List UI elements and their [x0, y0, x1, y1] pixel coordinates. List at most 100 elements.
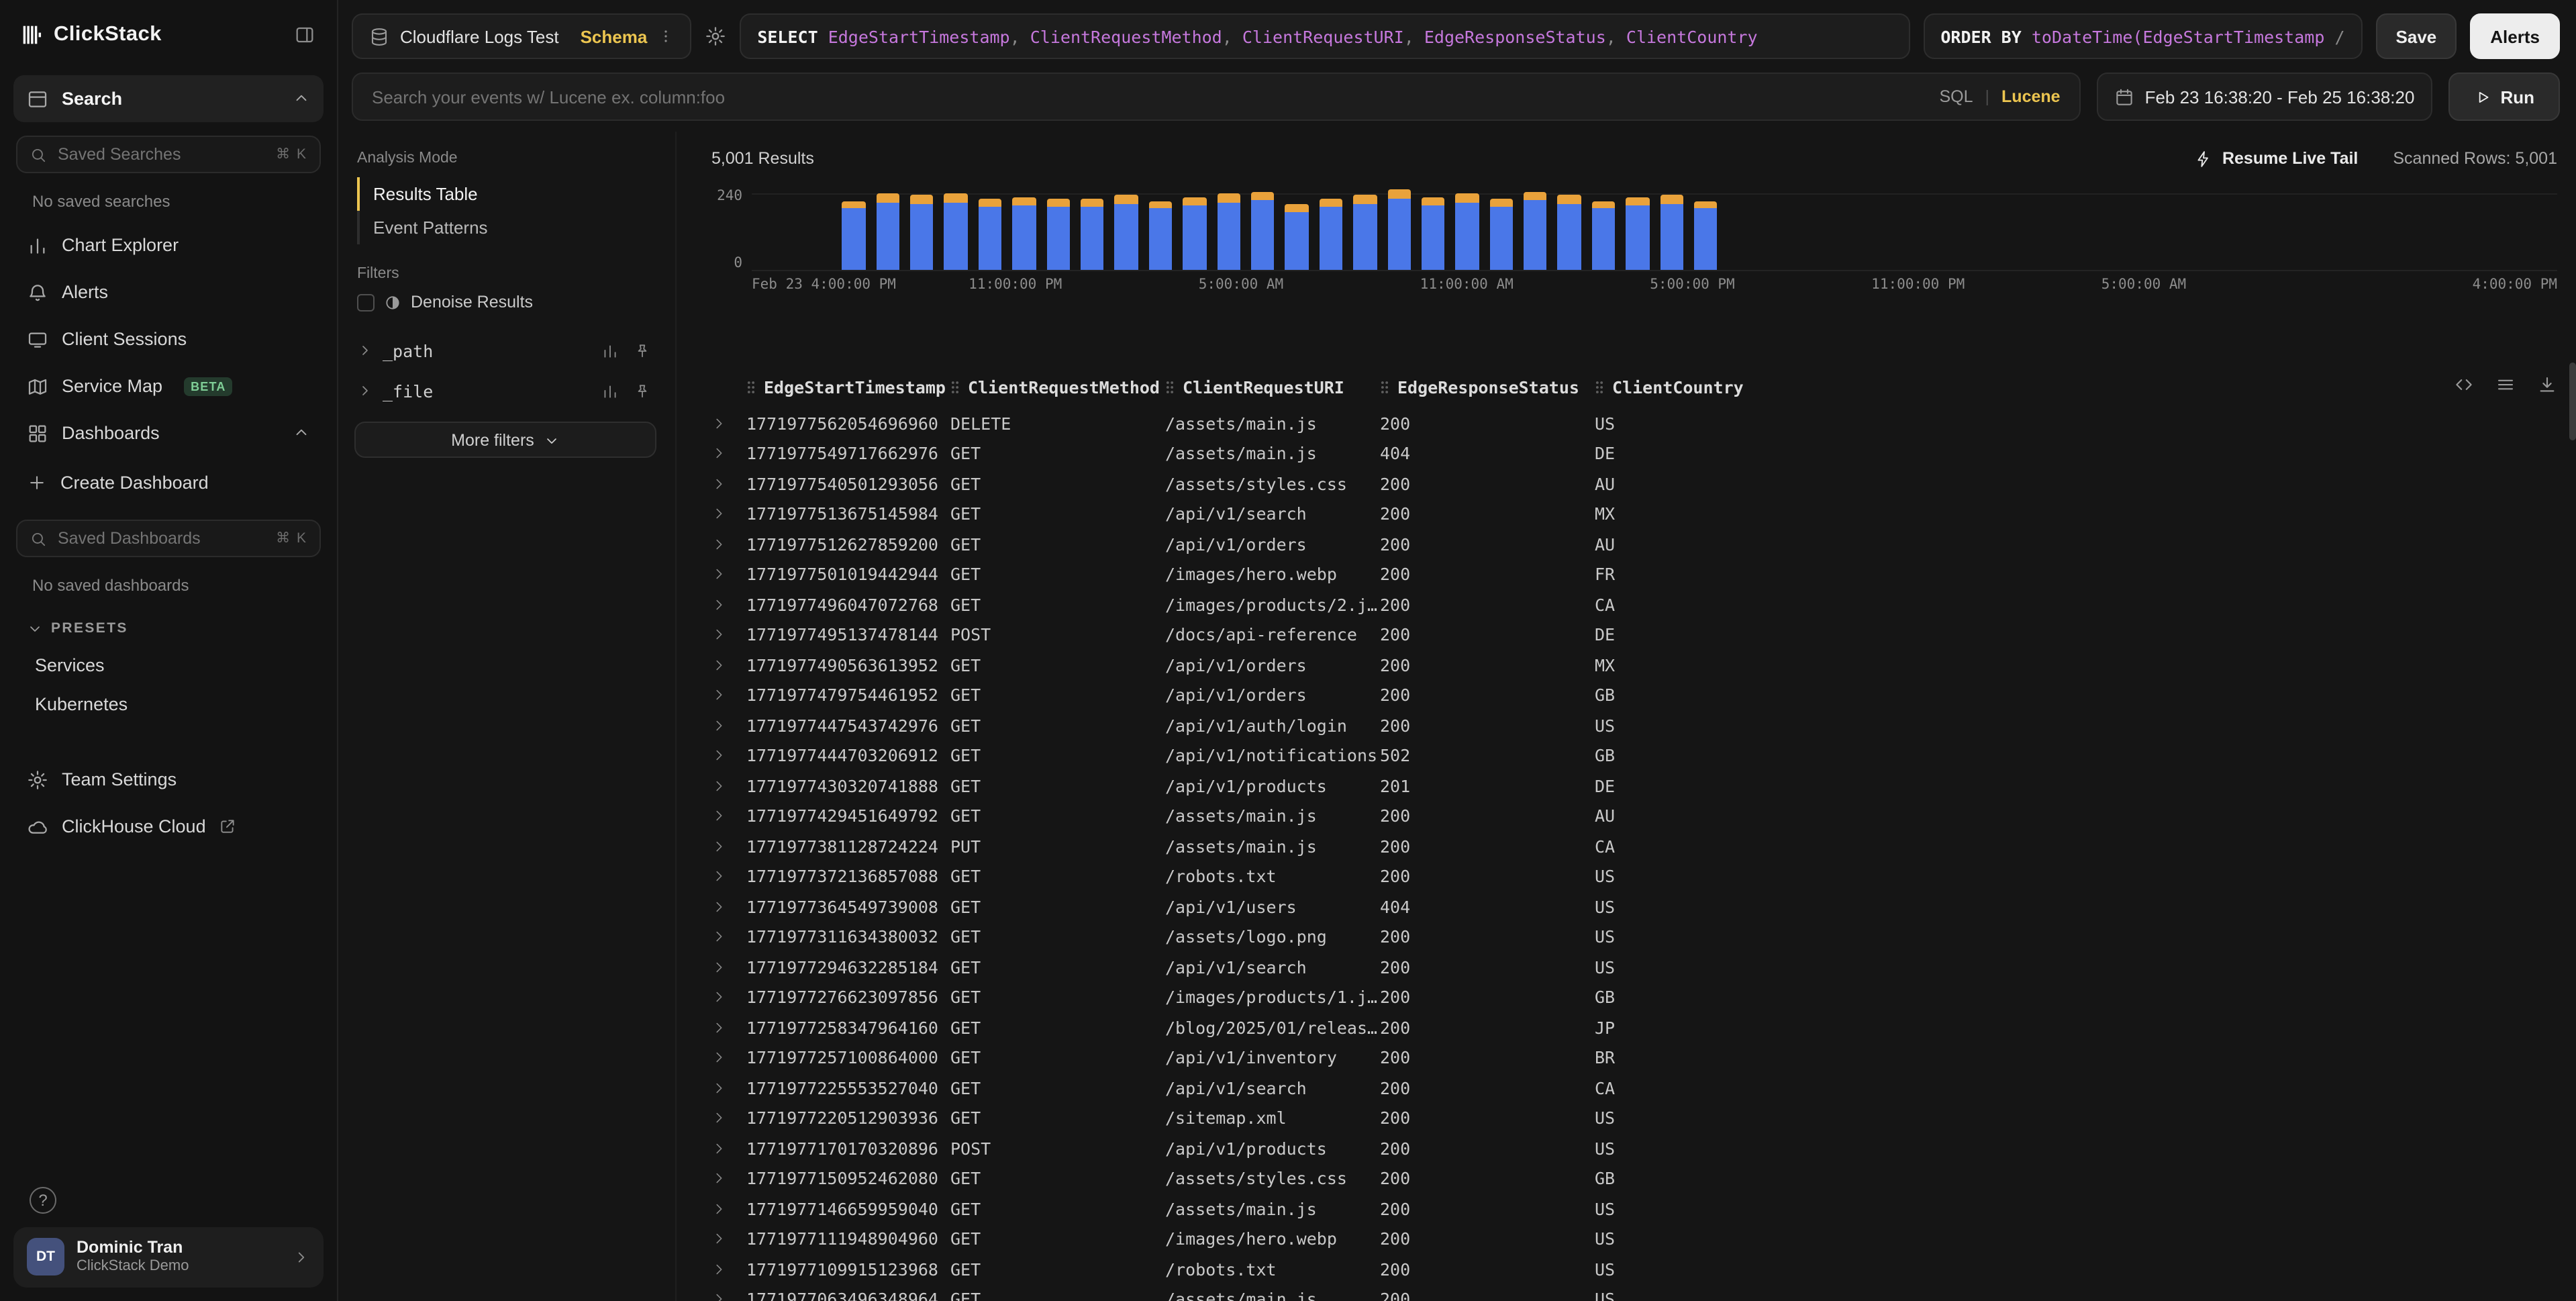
table-row[interactable]: 1771977111948904960GET/images/hero.webp2… [711, 1224, 2557, 1254]
column-header-clientrequestmethod[interactable]: ClientRequestMethod [950, 377, 1165, 397]
histogram-bar[interactable] [1183, 188, 1206, 270]
row-expand-chevron-icon[interactable] [711, 900, 746, 914]
drag-handle-icon[interactable] [746, 378, 756, 395]
table-row[interactable]: 1771977170170320896POST/api/v1/products2… [711, 1133, 2557, 1163]
drag-handle-icon[interactable] [1165, 378, 1175, 395]
histogram-bar[interactable] [1046, 188, 1070, 270]
row-expand-chevron-icon[interactable] [711, 477, 746, 491]
sidebar-item-chart-explorer[interactable]: Chart Explorer [13, 222, 324, 269]
histogram-bar[interactable] [1387, 188, 1411, 270]
row-expand-chevron-icon[interactable] [711, 718, 746, 733]
table-row[interactable]: 1771977513675145984GET/api/v1/search200M… [711, 499, 2557, 529]
table-scrollbar[interactable] [2569, 363, 2576, 440]
table-row[interactable]: 1771977429451649792GET/assets/main.js200… [711, 801, 2557, 831]
row-expand-chevron-icon[interactable] [711, 1081, 746, 1096]
histogram-plot[interactable] [752, 188, 2557, 271]
filter-field-path[interactable]: _path [354, 330, 656, 371]
row-expand-chevron-icon[interactable] [711, 1111, 746, 1126]
table-row[interactable]: 1771977372136857088GET/robots.txt200US [711, 861, 2557, 892]
histogram-bar[interactable] [1456, 188, 1479, 270]
table-row[interactable]: 1771977364549739008GET/api/v1/users404US [711, 892, 2557, 922]
table-row[interactable]: 1771977276623097856GET/images/products/1… [711, 982, 2557, 1012]
sidebar-item-dashboards[interactable]: Dashboards [13, 409, 324, 456]
resume-live-tail-button[interactable]: Resume Live Tail [2187, 148, 2366, 169]
table-row[interactable]: 1771977220512903936GET/sitemap.xml200US [711, 1103, 2557, 1133]
table-row[interactable]: 1771977490563613952GET/api/v1/orders200M… [711, 650, 2557, 680]
pin-icon[interactable] [634, 382, 651, 399]
row-expand-chevron-icon[interactable] [711, 1292, 746, 1301]
row-expand-chevron-icon[interactable] [711, 1051, 746, 1065]
table-row[interactable]: 1771977109915123968GET/robots.txt200US [711, 1254, 2557, 1284]
histogram-bar[interactable] [1319, 188, 1342, 270]
histogram-bar[interactable] [842, 188, 866, 270]
schema-button[interactable]: Schema [581, 26, 648, 46]
orderby-editor[interactable]: ORDER BY toDateTime(EdgeStartTimestamp / [1923, 13, 2362, 59]
row-expand-chevron-icon[interactable] [711, 567, 746, 582]
kebab-menu-icon[interactable] [658, 28, 674, 44]
row-expand-chevron-icon[interactable] [711, 416, 746, 431]
table-row[interactable]: 1771977495137478144POST/docs/api-referen… [711, 620, 2557, 650]
results-histogram[interactable]: 240 0 [711, 188, 2557, 271]
sidebar-item-clickhouse-cloud[interactable]: ClickHouse Cloud [13, 803, 324, 850]
table-row[interactable]: 1771977447543742976GET/api/v1/auth/login… [711, 710, 2557, 740]
field-chart-icon[interactable] [601, 382, 619, 399]
row-expand-chevron-icon[interactable] [711, 990, 746, 1005]
row-expand-chevron-icon[interactable] [711, 1141, 746, 1156]
row-expand-chevron-icon[interactable] [711, 960, 746, 975]
table-row[interactable]: 1771977381128724224PUT/assets/main.js200… [711, 831, 2557, 861]
table-row[interactable]: 1771977258347964160GET/blog/2025/01/rele… [711, 1012, 2557, 1043]
table-row[interactable]: 1771977294632285184GET/api/v1/search200U… [711, 952, 2557, 982]
histogram-bar[interactable] [1489, 188, 1513, 270]
code-view-icon[interactable] [2454, 375, 2474, 395]
table-row[interactable]: 1771977146659959040GET/assets/main.js200… [711, 1194, 2557, 1224]
alerts-button[interactable]: Alerts [2470, 13, 2560, 59]
source-settings-gear-icon[interactable] [705, 26, 726, 47]
histogram-bar[interactable] [1422, 188, 1445, 270]
table-row[interactable]: 1771977562054696960DELETE/assets/main.js… [711, 408, 2557, 438]
sidebar-item-search[interactable]: Search [13, 75, 324, 122]
row-expand-chevron-icon[interactable] [711, 507, 746, 522]
drag-handle-icon[interactable] [1595, 378, 1604, 395]
table-row[interactable]: 1771977430320741888GET/api/v1/products20… [711, 771, 2557, 801]
histogram-bar[interactable] [1694, 188, 1718, 270]
date-range-picker[interactable]: Feb 23 16:38:20 - Feb 25 16:38:20 [2097, 73, 2432, 121]
table-row[interactable]: 1771977479754461952GET/api/v1/orders200G… [711, 680, 2557, 710]
row-expand-chevron-icon[interactable] [711, 869, 746, 884]
collapse-sidebar-icon[interactable] [294, 24, 315, 46]
help-button[interactable]: ? [30, 1186, 56, 1213]
table-row[interactable]: 1771977549717662976GET/assets/main.js404… [711, 438, 2557, 469]
drag-handle-icon[interactable] [1380, 378, 1389, 395]
save-button[interactable]: Save [2376, 13, 2457, 59]
sidebar-item-client-sessions[interactable]: Client Sessions [13, 316, 324, 363]
user-profile-card[interactable]: DT Dominic Tran ClickStack Demo [13, 1226, 324, 1288]
table-settings-icon[interactable] [2495, 375, 2516, 395]
table-row[interactable]: 1771977311634380032GET/assets/logo.png20… [711, 922, 2557, 952]
histogram-bar[interactable] [1285, 188, 1309, 270]
mode-event-patterns[interactable]: Event Patterns [357, 211, 656, 244]
table-row[interactable]: 1771977225553527040GET/api/v1/search200C… [711, 1073, 2557, 1103]
denoise-results-toggle[interactable]: Denoise Results [357, 293, 656, 311]
row-expand-chevron-icon[interactable] [711, 839, 746, 854]
histogram-bar[interactable] [1353, 188, 1377, 270]
event-search-input[interactable]: Search your events w/ Lucene ex. column:… [352, 73, 2081, 121]
field-chart-icon[interactable] [601, 342, 619, 359]
row-expand-chevron-icon[interactable] [711, 1262, 746, 1277]
filter-field-file[interactable]: _file [354, 371, 656, 411]
histogram-bar[interactable] [1012, 188, 1036, 270]
table-row[interactable]: 1771977501019442944GET/images/hero.webp2… [711, 559, 2557, 589]
clickstack-logo[interactable]: ClickStack [21, 23, 162, 47]
histogram-bar[interactable] [1115, 188, 1138, 270]
table-row[interactable]: 1771977496047072768GET/images/products/2… [711, 589, 2557, 620]
row-expand-chevron-icon[interactable] [711, 1232, 746, 1247]
saved-searches-input[interactable]: Saved Searches ⌘ K [16, 136, 321, 173]
column-header-edgeresponsestatus[interactable]: EdgeResponseStatus [1380, 377, 1595, 397]
sidebar-item-alerts[interactable]: Alerts [13, 269, 324, 316]
row-expand-chevron-icon[interactable] [711, 597, 746, 612]
mode-results-table[interactable]: Results Table [357, 177, 656, 211]
table-row[interactable]: 1771977444703206912GET/api/v1/notificati… [711, 740, 2557, 771]
histogram-bar[interactable] [1592, 188, 1616, 270]
row-expand-chevron-icon[interactable] [711, 749, 746, 763]
row-expand-chevron-icon[interactable] [711, 809, 746, 824]
table-row[interactable]: 1771977257100864000GET/api/v1/inventory2… [711, 1043, 2557, 1073]
histogram-bar[interactable] [1524, 188, 1547, 270]
